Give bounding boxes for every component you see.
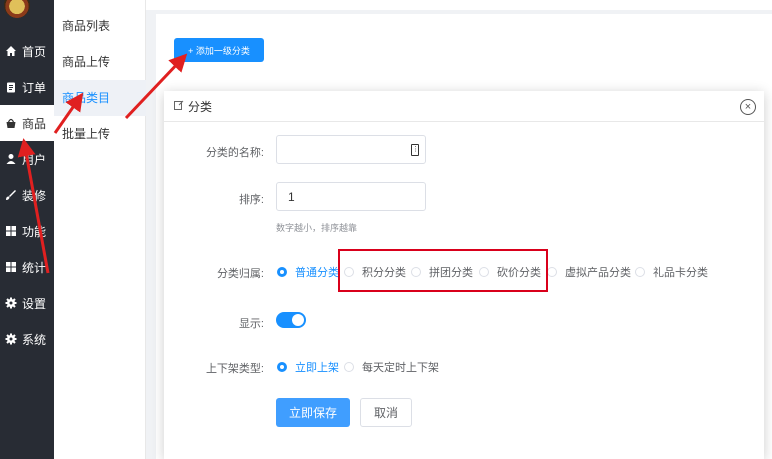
- radio-dot: [277, 362, 287, 372]
- sidebar-item-features[interactable]: 功能: [0, 213, 54, 249]
- sidebar-item-label: 系统: [22, 332, 47, 347]
- user-icon: [5, 153, 17, 165]
- annotation-highlight-box: [338, 249, 548, 292]
- sidebar-item-home[interactable]: 首页: [0, 33, 54, 69]
- table-row-action-link[interactable]: [763, 131, 772, 141]
- radio-virtual-product-category[interactable]: 虚拟产品分类: [547, 264, 631, 280]
- radio-dot: [344, 362, 354, 372]
- main-sidebar: 首页 订单 商品 用户 装修 功能 统计 设置 系统: [0, 0, 54, 459]
- sort-input[interactable]: 1: [276, 182, 426, 211]
- sidebar-item-label: 首页: [22, 44, 47, 59]
- radio-dot: [635, 267, 645, 277]
- save-button[interactable]: 立即保存: [276, 398, 350, 427]
- sidebar-item-users[interactable]: 用户: [0, 141, 54, 177]
- dialog-header: 分类: [164, 91, 764, 122]
- sidebar-item-products[interactable]: 商品: [0, 105, 54, 141]
- gear-icon: [5, 297, 17, 309]
- top-bar: [146, 0, 772, 10]
- cancel-button[interactable]: 取消: [360, 398, 412, 427]
- sidebar-item-label: 用户: [22, 152, 47, 167]
- home-icon: [5, 45, 17, 57]
- gear-icon: [5, 333, 17, 345]
- table-row-action-link[interactable]: [763, 187, 772, 197]
- sort-hint: 数字越小，排序越靠: [276, 223, 358, 233]
- shelf-type-label: 上下架类型:: [205, 363, 264, 375]
- input-edit-icon: ⋮: [411, 144, 419, 156]
- table-row-action-link[interactable]: [763, 243, 772, 253]
- sidebar-item-label: 统计: [22, 260, 47, 275]
- radio-dot: [547, 267, 557, 277]
- subnav-item-product-list[interactable]: 商品列表: [54, 8, 146, 44]
- clipboard-icon: [5, 81, 17, 93]
- category-name-input[interactable]: ⋮: [276, 135, 426, 164]
- sidebar-item-label: 装修: [22, 188, 47, 203]
- dialog-title: 分类: [188, 99, 213, 114]
- edit-icon: [174, 99, 184, 113]
- sort-label: 排序:: [238, 194, 264, 206]
- sidebar-item-label: 设置: [22, 296, 47, 311]
- radio-immediate-listing[interactable]: 立即上架: [277, 359, 339, 375]
- sidebar-item-statistics[interactable]: 统计: [0, 249, 54, 285]
- sidebar-item-settings[interactable]: 设置: [0, 285, 54, 321]
- secondary-sidebar: 商品列表 商品上传 商品类目 批量上传: [54, 0, 146, 459]
- category-type-label: 分类归属:: [216, 268, 264, 280]
- sidebar-item-label: 订单: [22, 80, 47, 95]
- brush-icon: [5, 189, 17, 201]
- sidebar-item-label: 功能: [22, 224, 47, 239]
- subnav-item-product-category[interactable]: 商品类目: [54, 80, 146, 116]
- close-button[interactable]: ×: [740, 99, 756, 115]
- radio-gift-card-category[interactable]: 礼品卡分类: [635, 264, 708, 280]
- close-icon: ×: [744, 100, 752, 113]
- chart-grid-icon: [5, 261, 17, 273]
- radio-regular-category[interactable]: 普通分类: [277, 264, 339, 280]
- sidebar-item-label: 商品: [22, 116, 47, 131]
- subnav-item-batch-upload[interactable]: 批量上传: [54, 116, 146, 152]
- radio-dot: [277, 267, 287, 277]
- subnav-item-product-upload[interactable]: 商品上传: [54, 44, 146, 80]
- show-label: 显示:: [238, 318, 264, 330]
- avatar[interactable]: [4, 0, 30, 18]
- bag-icon: [5, 117, 17, 129]
- radio-scheduled-listing[interactable]: 每天定时上下架: [344, 359, 439, 375]
- sidebar-item-decoration[interactable]: 装修: [0, 177, 54, 213]
- category-name-label: 分类的名称:: [205, 147, 264, 159]
- show-toggle[interactable]: [276, 312, 306, 328]
- sidebar-item-orders[interactable]: 订单: [0, 69, 54, 105]
- sidebar-item-system[interactable]: 系统: [0, 321, 54, 357]
- add-category-button[interactable]: + 添加一级分类: [174, 38, 264, 62]
- grid-icon: [5, 225, 17, 237]
